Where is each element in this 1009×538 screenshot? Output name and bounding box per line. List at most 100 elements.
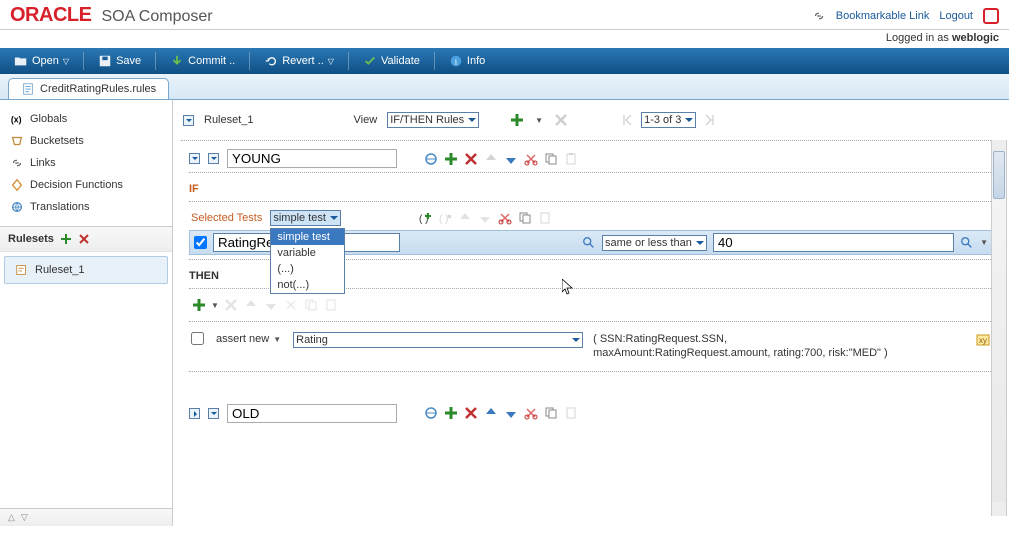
info-button[interactable]: i Info [443, 52, 491, 70]
page-first-icon[interactable] [619, 112, 635, 128]
revert-button[interactable]: Revert .. ▽ [258, 52, 340, 70]
validate-label: Validate [381, 55, 420, 67]
open-button[interactable]: Open ▽ [8, 52, 75, 70]
remove-test-icon[interactable]: ( ) [437, 210, 453, 226]
copy-icon[interactable] [517, 210, 533, 226]
links-icon [10, 156, 24, 170]
add-icon[interactable] [443, 405, 459, 421]
then-toolstrip: ▼ [189, 293, 993, 317]
link-icon [812, 9, 826, 23]
logged-in-prefix: Logged in as [886, 32, 952, 44]
test-enabled-checkbox[interactable] [194, 236, 207, 249]
operator-select[interactable]: same or less than [602, 235, 707, 251]
delete-action-icon[interactable] [223, 297, 239, 313]
add-icon[interactable] [60, 233, 72, 245]
down-icon[interactable] [503, 405, 519, 421]
expand-details-icon[interactable] [208, 408, 219, 419]
delete-icon[interactable] [463, 405, 479, 421]
scrollbar[interactable] [991, 140, 1007, 516]
collapse-ruleset-icon[interactable] [183, 115, 194, 126]
rule-name-input[interactable] [227, 404, 397, 423]
vocabulary-icon[interactable] [423, 151, 439, 167]
up-icon[interactable] [457, 210, 473, 226]
up-icon[interactable] [483, 151, 499, 167]
ruleset-label: Ruleset_1 [35, 264, 85, 276]
dropdown-option[interactable]: variable [271, 245, 344, 261]
svg-text:xy: xy [979, 336, 987, 345]
action-target-select[interactable]: Rating [293, 332, 583, 348]
test-type-select[interactable]: simple test simple test variable (...) n… [270, 210, 341, 226]
ruleset-row[interactable]: Ruleset_1 [4, 256, 168, 284]
up-icon[interactable] [243, 297, 259, 313]
expand-rule-icon[interactable] [189, 408, 200, 419]
sidebar-item-label: Links [30, 157, 56, 169]
move-up-icon[interactable]: △ [8, 512, 15, 523]
page-range[interactable]: 1-3 of 3 [641, 112, 696, 128]
search-left-icon[interactable] [582, 236, 596, 250]
paste-icon[interactable] [563, 405, 579, 421]
dropdown-option[interactable]: not(...) [271, 277, 344, 293]
ruleset-bar: Ruleset_1 View IF/THEN Rules ▼ 1-3 of 3 [181, 108, 1001, 136]
tab-rules-file[interactable]: CreditRatingRules.rules [8, 78, 169, 99]
brand-oracle: ORACLE [10, 4, 91, 27]
sidebar-item-translations[interactable]: Translations [4, 196, 168, 218]
test-type-dropdown: simple test variable (...) not(...) [270, 228, 345, 294]
tests-toolstrip: ( ) ( ) [417, 210, 553, 226]
right-operand-input[interactable] [713, 233, 954, 252]
page-last-icon[interactable] [702, 112, 718, 128]
bookmarkable-link[interactable]: Bookmarkable Link [836, 10, 930, 22]
rule-name-input[interactable] [227, 149, 397, 168]
sidebar-item-label: Globals [30, 113, 67, 125]
rule-young: IF Selected Tests simple test simple tes… [181, 145, 1001, 380]
copy-icon[interactable] [543, 151, 559, 167]
delete-icon[interactable] [463, 151, 479, 167]
save-button[interactable]: Save [92, 52, 147, 70]
pager: 1-3 of 3 [619, 112, 718, 128]
collapse-rule-icon[interactable] [189, 153, 200, 164]
cut-icon[interactable] [283, 297, 299, 313]
add-rule-button[interactable] [509, 112, 525, 128]
globals-icon: (x) [10, 112, 24, 126]
paste-icon[interactable] [537, 210, 553, 226]
dropdown-option[interactable]: simple test [271, 229, 344, 245]
rule-toolstrip [423, 151, 579, 167]
down-icon[interactable] [503, 151, 519, 167]
action-props: ( SSN:RatingRequest.SSN, maxAmount:Ratin… [593, 332, 893, 361]
sidebar-item-globals[interactable]: (x) Globals [4, 108, 168, 130]
action-type-select[interactable]: assert new▼ [214, 332, 283, 346]
logged-in-user: weblogic [952, 32, 999, 44]
logout-link[interactable]: Logout [939, 10, 973, 22]
dropdown-option[interactable]: (...) [271, 261, 344, 277]
paste-icon[interactable] [323, 297, 339, 313]
sidebar-item-links[interactable]: Links [4, 152, 168, 174]
add-test-icon[interactable]: ( ) [417, 210, 433, 226]
sidebar-item-bucketsets[interactable]: Bucketsets [4, 130, 168, 152]
cut-icon[interactable] [497, 210, 513, 226]
add-icon[interactable] [443, 151, 459, 167]
sidebar-item-decision-functions[interactable]: Decision Functions [4, 174, 168, 196]
view-select[interactable]: IF/THEN Rules [387, 112, 479, 128]
delete-icon[interactable] [78, 233, 90, 245]
down-icon[interactable] [263, 297, 279, 313]
up-icon[interactable] [483, 405, 499, 421]
rule-toolstrip [423, 405, 579, 421]
sidebar-footer: △ ▽ [0, 508, 172, 526]
cut-icon[interactable] [523, 151, 539, 167]
cut-icon[interactable] [523, 405, 539, 421]
move-down-icon[interactable]: ▽ [21, 512, 28, 523]
commit-button[interactable]: Commit .. [164, 52, 241, 70]
copy-icon[interactable] [543, 405, 559, 421]
rule-head [189, 149, 993, 168]
down-icon[interactable] [477, 210, 493, 226]
translations-icon [10, 200, 24, 214]
action-enabled-checkbox[interactable] [191, 332, 204, 345]
delete-rule-button[interactable] [553, 112, 569, 128]
search-right-icon[interactable] [960, 236, 974, 250]
paste-icon[interactable] [563, 151, 579, 167]
expression-icon[interactable]: xy [975, 332, 991, 348]
expand-details-icon[interactable] [208, 153, 219, 164]
vocabulary-icon[interactable] [423, 405, 439, 421]
validate-button[interactable]: Validate [357, 52, 426, 70]
copy-icon[interactable] [303, 297, 319, 313]
add-action-icon[interactable] [191, 297, 207, 313]
